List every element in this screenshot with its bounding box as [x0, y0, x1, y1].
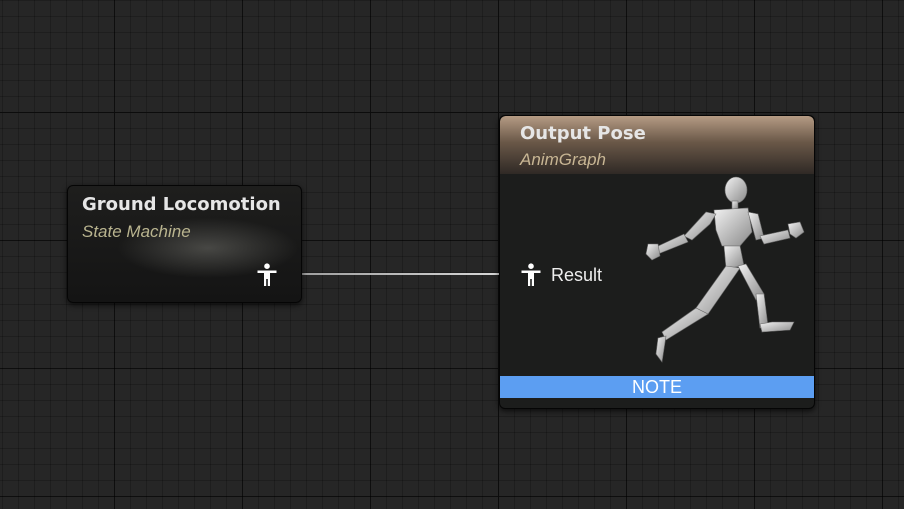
node-subtitle: State Machine	[82, 222, 191, 241]
node-title: Ground Locomotion	[82, 194, 281, 215]
person-pose-icon[interactable]	[256, 263, 278, 287]
output-pose-node[interactable]: Output Pose AnimGraph Result NOTE	[499, 115, 815, 409]
state-machine-node[interactable]: Ground Locomotion State Machine	[67, 185, 302, 303]
result-pin-label: Result	[551, 265, 603, 285]
node-title: Output Pose	[520, 123, 646, 144]
note-bar[interactable]: NOTE	[500, 376, 814, 398]
running-mannequin-icon	[645, 176, 805, 363]
grid-origin-horizontal	[0, 112, 904, 113]
pose-connection-wire[interactable]	[284, 273, 504, 275]
node-subtitle: AnimGraph	[520, 150, 606, 169]
person-pose-icon[interactable]	[520, 263, 542, 287]
